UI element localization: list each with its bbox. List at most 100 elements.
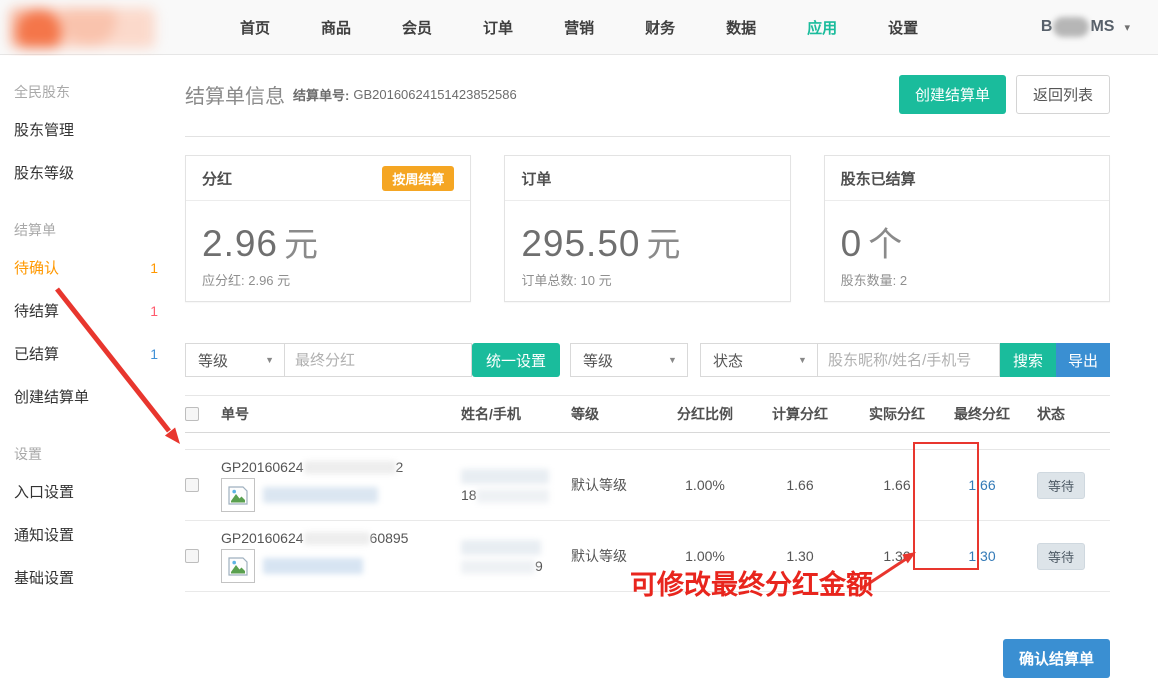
ratio-cell: 1.00% <box>659 477 751 493</box>
broken-image-icon <box>226 483 250 507</box>
page-header: 结算单信息 结算单号: GB20160624151423852586 创建结算单… <box>185 55 1110 137</box>
card-value: 0 <box>841 223 863 264</box>
settlement-table: 单号 姓名/手机 等级 分红比例 计算分红 实际分红 最终分红 状态 GP201… <box>185 395 1110 592</box>
nav-data[interactable]: 数据 <box>726 17 756 38</box>
nav-finance[interactable]: 财务 <box>645 17 675 38</box>
card-title: 分红 <box>202 168 232 189</box>
order-number-redacted <box>304 532 370 545</box>
back-to-list-button[interactable]: 返回列表 <box>1016 75 1110 114</box>
col-dividend-ratio: 分红比例 <box>659 404 751 424</box>
export-button[interactable]: 导出 <box>1056 343 1110 377</box>
col-level: 等级 <box>571 404 659 424</box>
order-number-suffix: 60895 <box>370 530 409 546</box>
sidebar-item-pending-confirm[interactable]: 待确认 1 <box>0 246 180 289</box>
sidebar-item-label: 待结算 <box>14 300 59 321</box>
confirm-settlement-button[interactable]: 确认结算单 <box>1003 639 1110 678</box>
table-row: GP201606242 18 默认等级 <box>185 450 1110 521</box>
card-unit: 元 <box>647 226 681 264</box>
card-unit: 个 <box>868 226 902 264</box>
sidebar-section-settlements: 结算单 <box>0 194 180 246</box>
nav-settings[interactable]: 设置 <box>888 17 918 38</box>
sidebar-item-basic-settings[interactable]: 基础设置 <box>0 556 180 599</box>
ratio-cell: 1.00% <box>659 548 751 564</box>
status-badge: 等待 <box>1037 472 1085 499</box>
create-settlement-button[interactable]: 创建结算单 <box>899 75 1006 114</box>
chevron-down-icon: ▼ <box>668 355 677 365</box>
final-dividend-editable[interactable]: 1.66 <box>968 477 995 493</box>
user-name-prefix: B <box>1041 18 1053 36</box>
level-filter-select[interactable]: 等级 ▼ <box>570 343 688 377</box>
count-badge: 1 <box>150 260 158 276</box>
sidebar-item-label: 股东管理 <box>14 119 74 140</box>
sidebar-item-notify-settings[interactable]: 通知设置 <box>0 513 180 556</box>
card-value: 295.50 <box>521 223 640 264</box>
nav-apps[interactable]: 应用 <box>807 17 837 38</box>
settlement-no-label: 结算单号: <box>293 85 349 104</box>
card-subtitle: 订单总数: 10 元 <box>521 270 773 289</box>
nav-members[interactable]: 会员 <box>402 17 432 38</box>
sidebar-item-create-settlement[interactable]: 创建结算单 <box>0 375 180 418</box>
nav-orders[interactable]: 订单 <box>483 17 513 38</box>
filter-toolbar: 等级 ▼ 统一设置 等级 ▼ 状态 ▼ 搜索 导出 <box>185 343 1110 377</box>
sidebar-item-shareholder-management[interactable]: 股东管理 <box>0 108 180 151</box>
select-all-checkbox[interactable] <box>185 407 199 421</box>
status-badge: 等待 <box>1037 543 1085 570</box>
nav-home[interactable]: 首页 <box>240 17 270 38</box>
main-nav: 首页 商品 会员 订单 营销 财务 数据 应用 设置 <box>240 17 969 38</box>
main-content: 结算单信息 结算单号: GB20160624151423852586 创建结算单… <box>180 55 1158 678</box>
user-menu[interactable]: B MS ▾ <box>1041 17 1130 37</box>
page-title: 结算单信息 <box>185 80 285 109</box>
phone-redacted <box>461 560 535 574</box>
card-value: 2.96 <box>202 223 278 264</box>
card-unit: 元 <box>284 226 318 264</box>
user-name-suffix: MS <box>1090 18 1114 36</box>
nav-products[interactable]: 商品 <box>321 17 351 38</box>
nickname-redacted <box>263 487 378 503</box>
sidebar-item-label: 已结算 <box>14 343 59 364</box>
card-subtitle: 应分红: 2.96 元 <box>202 270 454 289</box>
order-number-prefix: GP20160624 <box>221 530 304 546</box>
chevron-down-icon: ▾ <box>1124 21 1130 34</box>
order-number-prefix: GP20160624 <box>221 459 304 475</box>
row-checkbox[interactable] <box>185 549 199 563</box>
settlement-no-value: GB20160624151423852586 <box>353 87 516 102</box>
sidebar-item-label: 入口设置 <box>14 481 74 502</box>
col-actual-dividend: 实际分红 <box>849 404 945 424</box>
sidebar-item-label: 通知设置 <box>14 524 74 545</box>
top-navigation-bar: 首页 商品 会员 订单 营销 财务 数据 应用 设置 B MS ▾ <box>0 0 1158 55</box>
phone-redacted <box>477 489 549 503</box>
final-dividend-editable[interactable]: 1.30 <box>968 548 995 564</box>
level-select[interactable]: 等级 ▼ <box>185 343 285 377</box>
col-calculated-dividend: 计算分红 <box>751 404 849 424</box>
sidebar-item-pending-settle[interactable]: 待结算 1 <box>0 289 180 332</box>
sidebar: 全民股东 股东管理 股东等级 结算单 待确认 1 待结算 1 已结算 1 创建结… <box>0 56 180 666</box>
settled-shareholders-card: 股东已结算 0个 股东数量: 2 <box>824 155 1110 302</box>
batch-set-button[interactable]: 统一设置 <box>472 343 560 377</box>
app-logo[interactable] <box>10 8 155 48</box>
name-redacted <box>461 469 549 484</box>
chevron-down-icon: ▼ <box>265 355 274 365</box>
sidebar-item-shareholder-level[interactable]: 股东等级 <box>0 151 180 194</box>
calculated-dividend-cell: 1.66 <box>751 477 849 493</box>
calculated-dividend-cell: 1.30 <box>751 548 849 564</box>
sidebar-item-entry-settings[interactable]: 入口设置 <box>0 470 180 513</box>
sidebar-section-settings: 设置 <box>0 418 180 470</box>
nav-marketing[interactable]: 营销 <box>564 17 594 38</box>
order-card: 订单 295.50元 订单总数: 10 元 <box>504 155 790 302</box>
table-row: GP2016062460895 9 默认等级 <box>185 521 1110 592</box>
chevron-down-icon: ▼ <box>798 355 807 365</box>
avatar-placeholder <box>221 549 255 583</box>
actual-dividend-cell: 1.30 <box>849 548 945 564</box>
sidebar-item-settled[interactable]: 已结算 1 <box>0 332 180 375</box>
user-name-redacted <box>1053 17 1089 37</box>
table-header-row: 单号 姓名/手机 等级 分红比例 计算分红 实际分红 最终分红 状态 <box>185 395 1110 433</box>
search-button[interactable]: 搜索 <box>1000 343 1056 377</box>
dividend-card: 分红 按周结算 2.96元 应分红: 2.96 元 <box>185 155 471 302</box>
shareholder-search-input[interactable] <box>818 343 1000 377</box>
status-filter-select[interactable]: 状态 ▼ <box>700 343 818 377</box>
final-dividend-input[interactable] <box>285 343 472 377</box>
col-order-no: 单号 <box>221 404 461 424</box>
col-status: 状态 <box>1019 404 1109 424</box>
row-checkbox[interactable] <box>185 478 199 492</box>
order-number-redacted <box>304 461 396 474</box>
